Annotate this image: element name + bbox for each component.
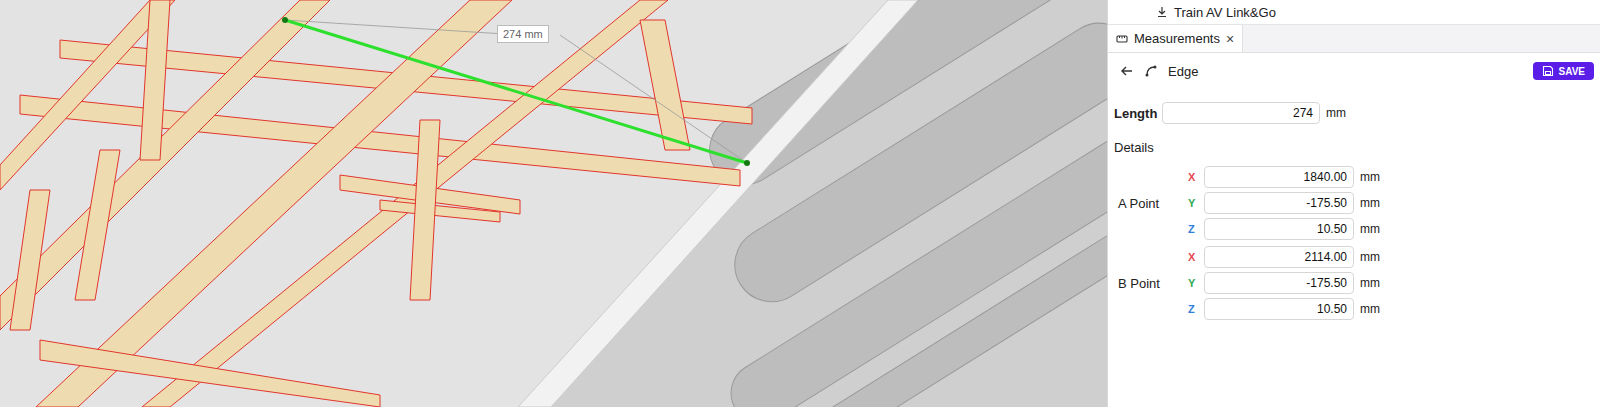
point-group: A Point X1840.00 mm Y-175.50 mm Z10.50 mm <box>1108 163 1600 243</box>
save-label: SAVE <box>1559 66 1586 77</box>
beam[interactable] <box>40 340 380 407</box>
coord-row: Z10.50 mm <box>1188 298 1380 320</box>
coord-unit: mm <box>1360 170 1380 184</box>
beam[interactable] <box>410 120 440 300</box>
coord-unit: mm <box>1360 250 1380 264</box>
app: 274 mm Train AV Link&Go Measurements × Edge S… <box>0 0 1600 407</box>
back-arrow-icon[interactable] <box>1120 64 1134 78</box>
coord-row: Z10.50 mm <box>1188 218 1380 240</box>
dimension-leader <box>560 35 747 163</box>
axis-label: Z <box>1188 303 1204 315</box>
coord-row: X1840.00 mm <box>1188 166 1380 188</box>
coord-field[interactable]: 2114.00 <box>1204 246 1354 268</box>
axis-label: Z <box>1188 223 1204 235</box>
coord-unit: mm <box>1360 196 1380 210</box>
ruler-icon <box>1116 33 1128 45</box>
tab-label: Measurements <box>1134 31 1220 46</box>
coord-unit: mm <box>1360 222 1380 236</box>
beam[interactable] <box>640 20 690 150</box>
save-button[interactable]: SAVE <box>1533 62 1595 80</box>
measurement-line[interactable] <box>285 20 747 163</box>
coord-list: X2114.00 mm Y-175.50 mm Z10.50 mm <box>1188 246 1380 320</box>
coord-field[interactable]: -175.50 <box>1204 272 1354 294</box>
edge-icon <box>1144 64 1158 78</box>
beam[interactable] <box>142 0 668 407</box>
pipe <box>737 192 1107 407</box>
coord-unit: mm <box>1360 276 1380 290</box>
coord-row: Y-175.50 mm <box>1188 272 1380 294</box>
coord-row: X2114.00 mm <box>1188 246 1380 268</box>
coord-field[interactable]: -175.50 <box>1204 192 1354 214</box>
coord-unit: mm <box>1360 302 1380 316</box>
beam[interactable] <box>140 0 170 160</box>
dimension-label: 274 mm <box>497 25 549 43</box>
length-unit: mm <box>1326 106 1346 120</box>
coord-field[interactable]: 1840.00 <box>1204 166 1354 188</box>
beam[interactable] <box>380 200 500 222</box>
beam[interactable] <box>10 190 50 330</box>
point-group: B Point X2114.00 mm Y-175.50 mm Z10.50 mm <box>1108 243 1600 323</box>
beam[interactable] <box>75 150 120 300</box>
axis-label: X <box>1188 251 1204 263</box>
point-a-marker[interactable] <box>282 17 288 23</box>
coord-field[interactable]: 10.50 <box>1204 298 1354 320</box>
axis-label: Y <box>1188 197 1204 209</box>
tab-bar: Measurements × <box>1108 25 1600 53</box>
length-label: Length <box>1114 106 1162 121</box>
save-icon <box>1542 65 1554 77</box>
toolbar-title: Edge <box>1168 64 1523 79</box>
axis-label: Y <box>1188 277 1204 289</box>
details-title: Details <box>1108 124 1600 163</box>
dimension-leader <box>285 20 520 35</box>
coord-field[interactable]: 10.50 <box>1204 218 1354 240</box>
length-field[interactable]: 274 <box>1162 102 1320 124</box>
length-row: Length274 mm <box>1108 89 1600 124</box>
axis-label: X <box>1188 171 1204 183</box>
beam[interactable] <box>0 0 330 330</box>
beam[interactable] <box>0 0 175 190</box>
tab[interactable]: Measurements × <box>1108 25 1243 52</box>
tree-item[interactable]: Train AV Link&Go <box>1108 0 1600 25</box>
side-panel: Train AV Link&Go Measurements × Edge SAVE Len… <box>1107 0 1600 407</box>
3d-viewport[interactable]: 274 mm <box>0 0 1107 407</box>
model-canvas[interactable] <box>0 0 1107 407</box>
tab-close[interactable]: × <box>1226 31 1234 47</box>
point-label: A Point <box>1118 196 1188 211</box>
tree-item-label: Train AV Link&Go <box>1174 5 1276 20</box>
coord-list: X1840.00 mm Y-175.50 mm Z10.50 mm <box>1188 166 1380 240</box>
coord-row: Y-175.50 mm <box>1188 192 1380 214</box>
toolbar: Edge SAVE <box>1108 53 1600 89</box>
download-icon <box>1156 6 1168 18</box>
point-label: B Point <box>1118 276 1188 291</box>
point-b-marker[interactable] <box>744 160 750 166</box>
